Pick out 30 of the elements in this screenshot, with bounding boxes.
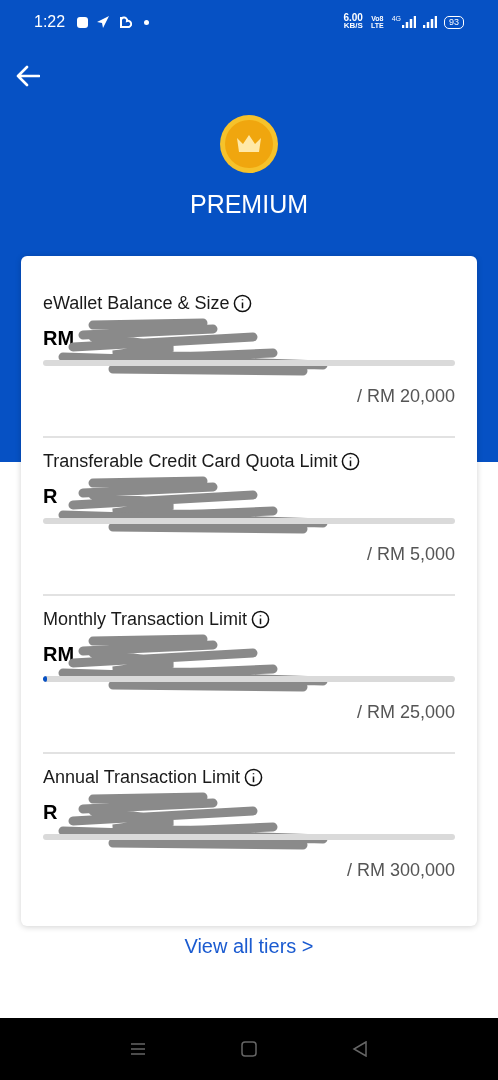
limit-title: Transferable Credit Card Quota Limit — [43, 450, 338, 473]
limit-title: Annual Transaction Limit — [43, 766, 241, 789]
limit-amount: RM — [43, 642, 75, 667]
limit-maximum: / RM 300,000 — [346, 859, 455, 882]
crown-badge-icon — [219, 114, 279, 174]
back-icon[interactable] — [352, 1041, 368, 1057]
limit-title: eWallet Balance & Size — [43, 292, 230, 315]
limit-title: Monthly Transaction Limit — [43, 608, 248, 631]
info-icon[interactable] — [251, 610, 271, 629]
info-icon[interactable] — [341, 452, 361, 471]
back-arrow-icon — [16, 65, 40, 87]
network-speed: 6.00 — [343, 14, 363, 22]
limit-maximum: / RM 20,000 — [356, 385, 455, 408]
app-notification-icon — [77, 16, 89, 28]
info-icon[interactable] — [233, 294, 253, 313]
limit-amount: RM — [43, 326, 75, 351]
limit-amount: R — [43, 484, 58, 509]
limit-maximum: / RM 5,000 — [366, 543, 455, 566]
limit-amount: R — [43, 800, 58, 825]
signal-icon — [402, 16, 416, 28]
signal-icon — [423, 16, 437, 28]
info-icon[interactable] — [244, 768, 264, 787]
battery-indicator: 93 — [444, 15, 464, 29]
home-icon[interactable] — [241, 1041, 257, 1057]
network-speed-unit: KB/S — [343, 22, 363, 30]
limit-maximum: / RM 25,000 — [356, 701, 455, 724]
tier-title: PREMIUM — [189, 189, 309, 220]
view-all-tiers-link[interactable]: View all tiers > — [184, 931, 314, 961]
status-time: 1:22 — [34, 12, 66, 32]
send-icon — [96, 15, 111, 29]
